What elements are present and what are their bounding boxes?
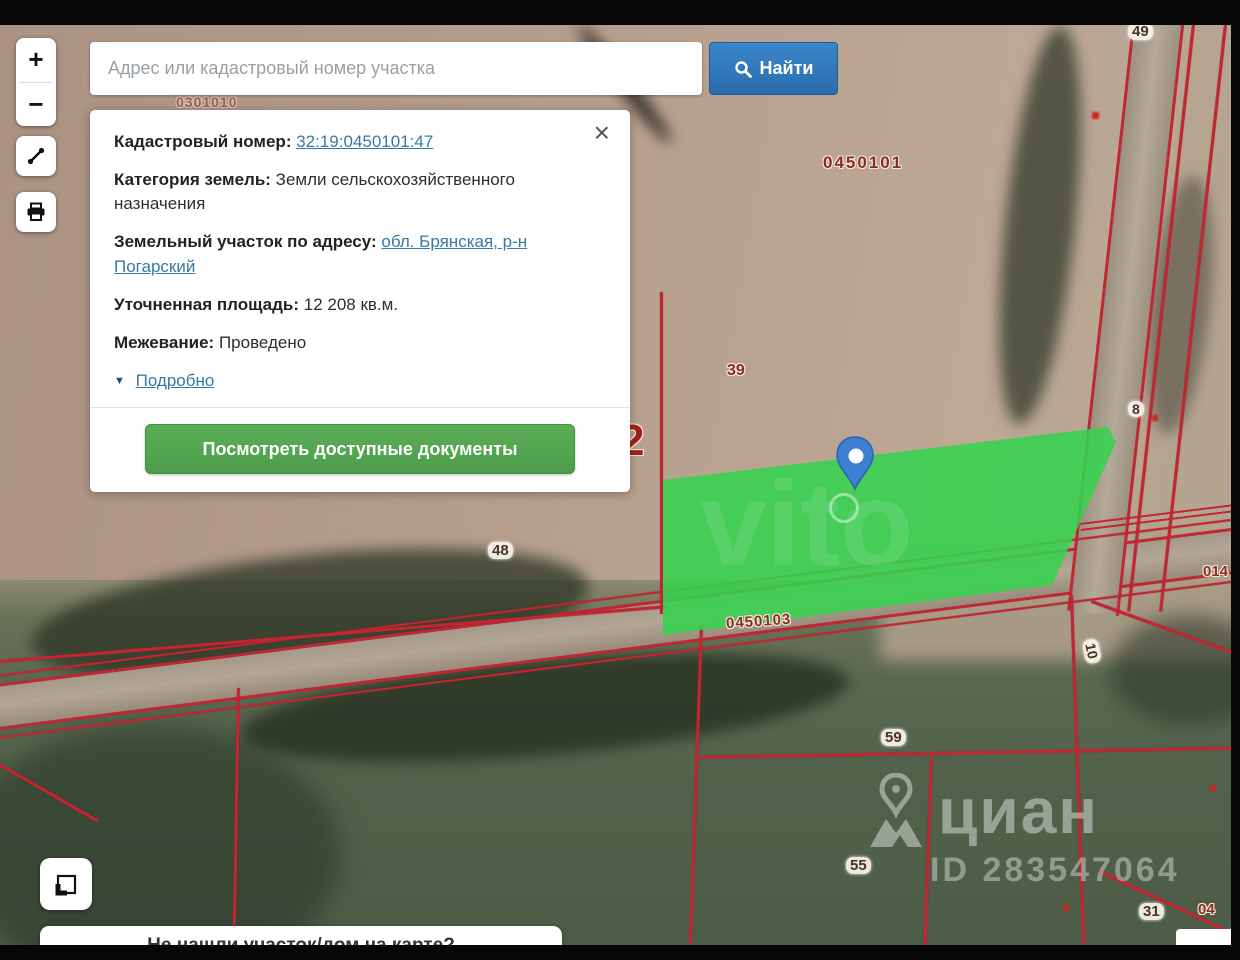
parcel-label: 49 xyxy=(1128,25,1153,40)
cian-watermark-text: циан xyxy=(938,775,1099,847)
field-label: Земельный участок по адресу: xyxy=(114,232,377,252)
field-label: Межевание: xyxy=(114,332,215,352)
field-label: Кадастровый номер: xyxy=(114,132,292,151)
field-land-category: Категория земель: Земли сельскохозяйстве… xyxy=(114,168,606,216)
cian-watermark: циан ID 283547064 xyxy=(868,773,1180,890)
map-canvas[interactable]: vito 0450101 39 48 0450103 59 55 31 8 10… xyxy=(0,25,1231,945)
quarter-label-faint: 0301010 xyxy=(176,94,238,110)
field-label: Уточненная площадь: xyxy=(114,294,299,314)
field-value: Проведено xyxy=(218,332,307,352)
parcel-info-card: × Кадастровый номер: 32:19:0450101:47 Ка… xyxy=(90,110,630,492)
view-documents-button[interactable]: Посмотреть доступные документы xyxy=(145,424,575,474)
letterbox-right xyxy=(1231,0,1240,960)
map-marking xyxy=(1092,112,1099,119)
cian-logo-icon xyxy=(870,773,922,847)
search-button-label: Найти xyxy=(759,58,814,78)
parcel-label: 31 xyxy=(1139,903,1164,920)
details-link[interactable]: Подробно xyxy=(136,371,215,390)
map-marking xyxy=(1210,785,1216,791)
search-input[interactable] xyxy=(90,42,702,95)
quarter-label-clipped: 014 xyxy=(1203,563,1229,580)
parcel-label: 39 xyxy=(727,362,745,379)
letterbox-top xyxy=(0,0,1240,25)
details-row: ▼ Подробно xyxy=(114,369,606,393)
zoom-in-button[interactable]: + xyxy=(16,38,56,82)
parcel-label: 55 xyxy=(846,857,871,874)
chevron-down-icon: ▼ xyxy=(114,374,125,387)
square-selection-icon xyxy=(55,874,77,896)
field-area: Уточненная площадь: 12 208 кв.м. xyxy=(114,293,606,317)
field-cadastral-number: Кадастровый номер: 32:19:0450101:47 xyxy=(114,130,606,154)
cadastral-line xyxy=(660,292,663,614)
parcel-label: 8 xyxy=(1128,401,1144,417)
print-button[interactable] xyxy=(16,192,56,232)
area-select-button[interactable] xyxy=(40,858,92,910)
fullscreen-button[interactable] xyxy=(16,136,56,176)
map-marking xyxy=(1063,905,1069,911)
map-marking xyxy=(1152,415,1158,421)
field-value: 12 208 кв.м. xyxy=(303,294,399,314)
parcel-label: 48 xyxy=(488,542,513,559)
map-pin-icon[interactable] xyxy=(835,436,875,498)
not-found-bar[interactable]: Не нашли участок/дом на карте? xyxy=(40,926,562,945)
not-found-text: Не нашли участок/дом на карте? xyxy=(147,935,455,945)
cadastral-number-link[interactable]: 32:19:0450101:47 xyxy=(296,132,433,151)
printer-icon xyxy=(27,202,45,221)
field-label: Категория земель: xyxy=(114,170,271,190)
search-icon xyxy=(734,60,752,78)
quarter-label-clipped: 04 xyxy=(1198,901,1215,918)
partial-ui-element xyxy=(1176,929,1231,945)
field-address: Земельный участок по адресу: обл. Брянск… xyxy=(114,230,606,278)
listing-id-watermark: ID 283547064 xyxy=(930,851,1180,889)
zoom-out-button[interactable]: − xyxy=(16,82,56,126)
diagonal-resize-icon xyxy=(27,147,45,165)
field-survey: Межевание: Проведено xyxy=(114,331,606,355)
close-icon[interactable]: × xyxy=(588,118,616,148)
search-button[interactable]: Найти xyxy=(709,42,838,95)
parcel-label: 59 xyxy=(881,729,906,746)
quarter-label: 0450101 xyxy=(823,153,904,172)
letterbox-bottom xyxy=(0,945,1240,960)
zoom-panel: + − xyxy=(16,38,56,126)
